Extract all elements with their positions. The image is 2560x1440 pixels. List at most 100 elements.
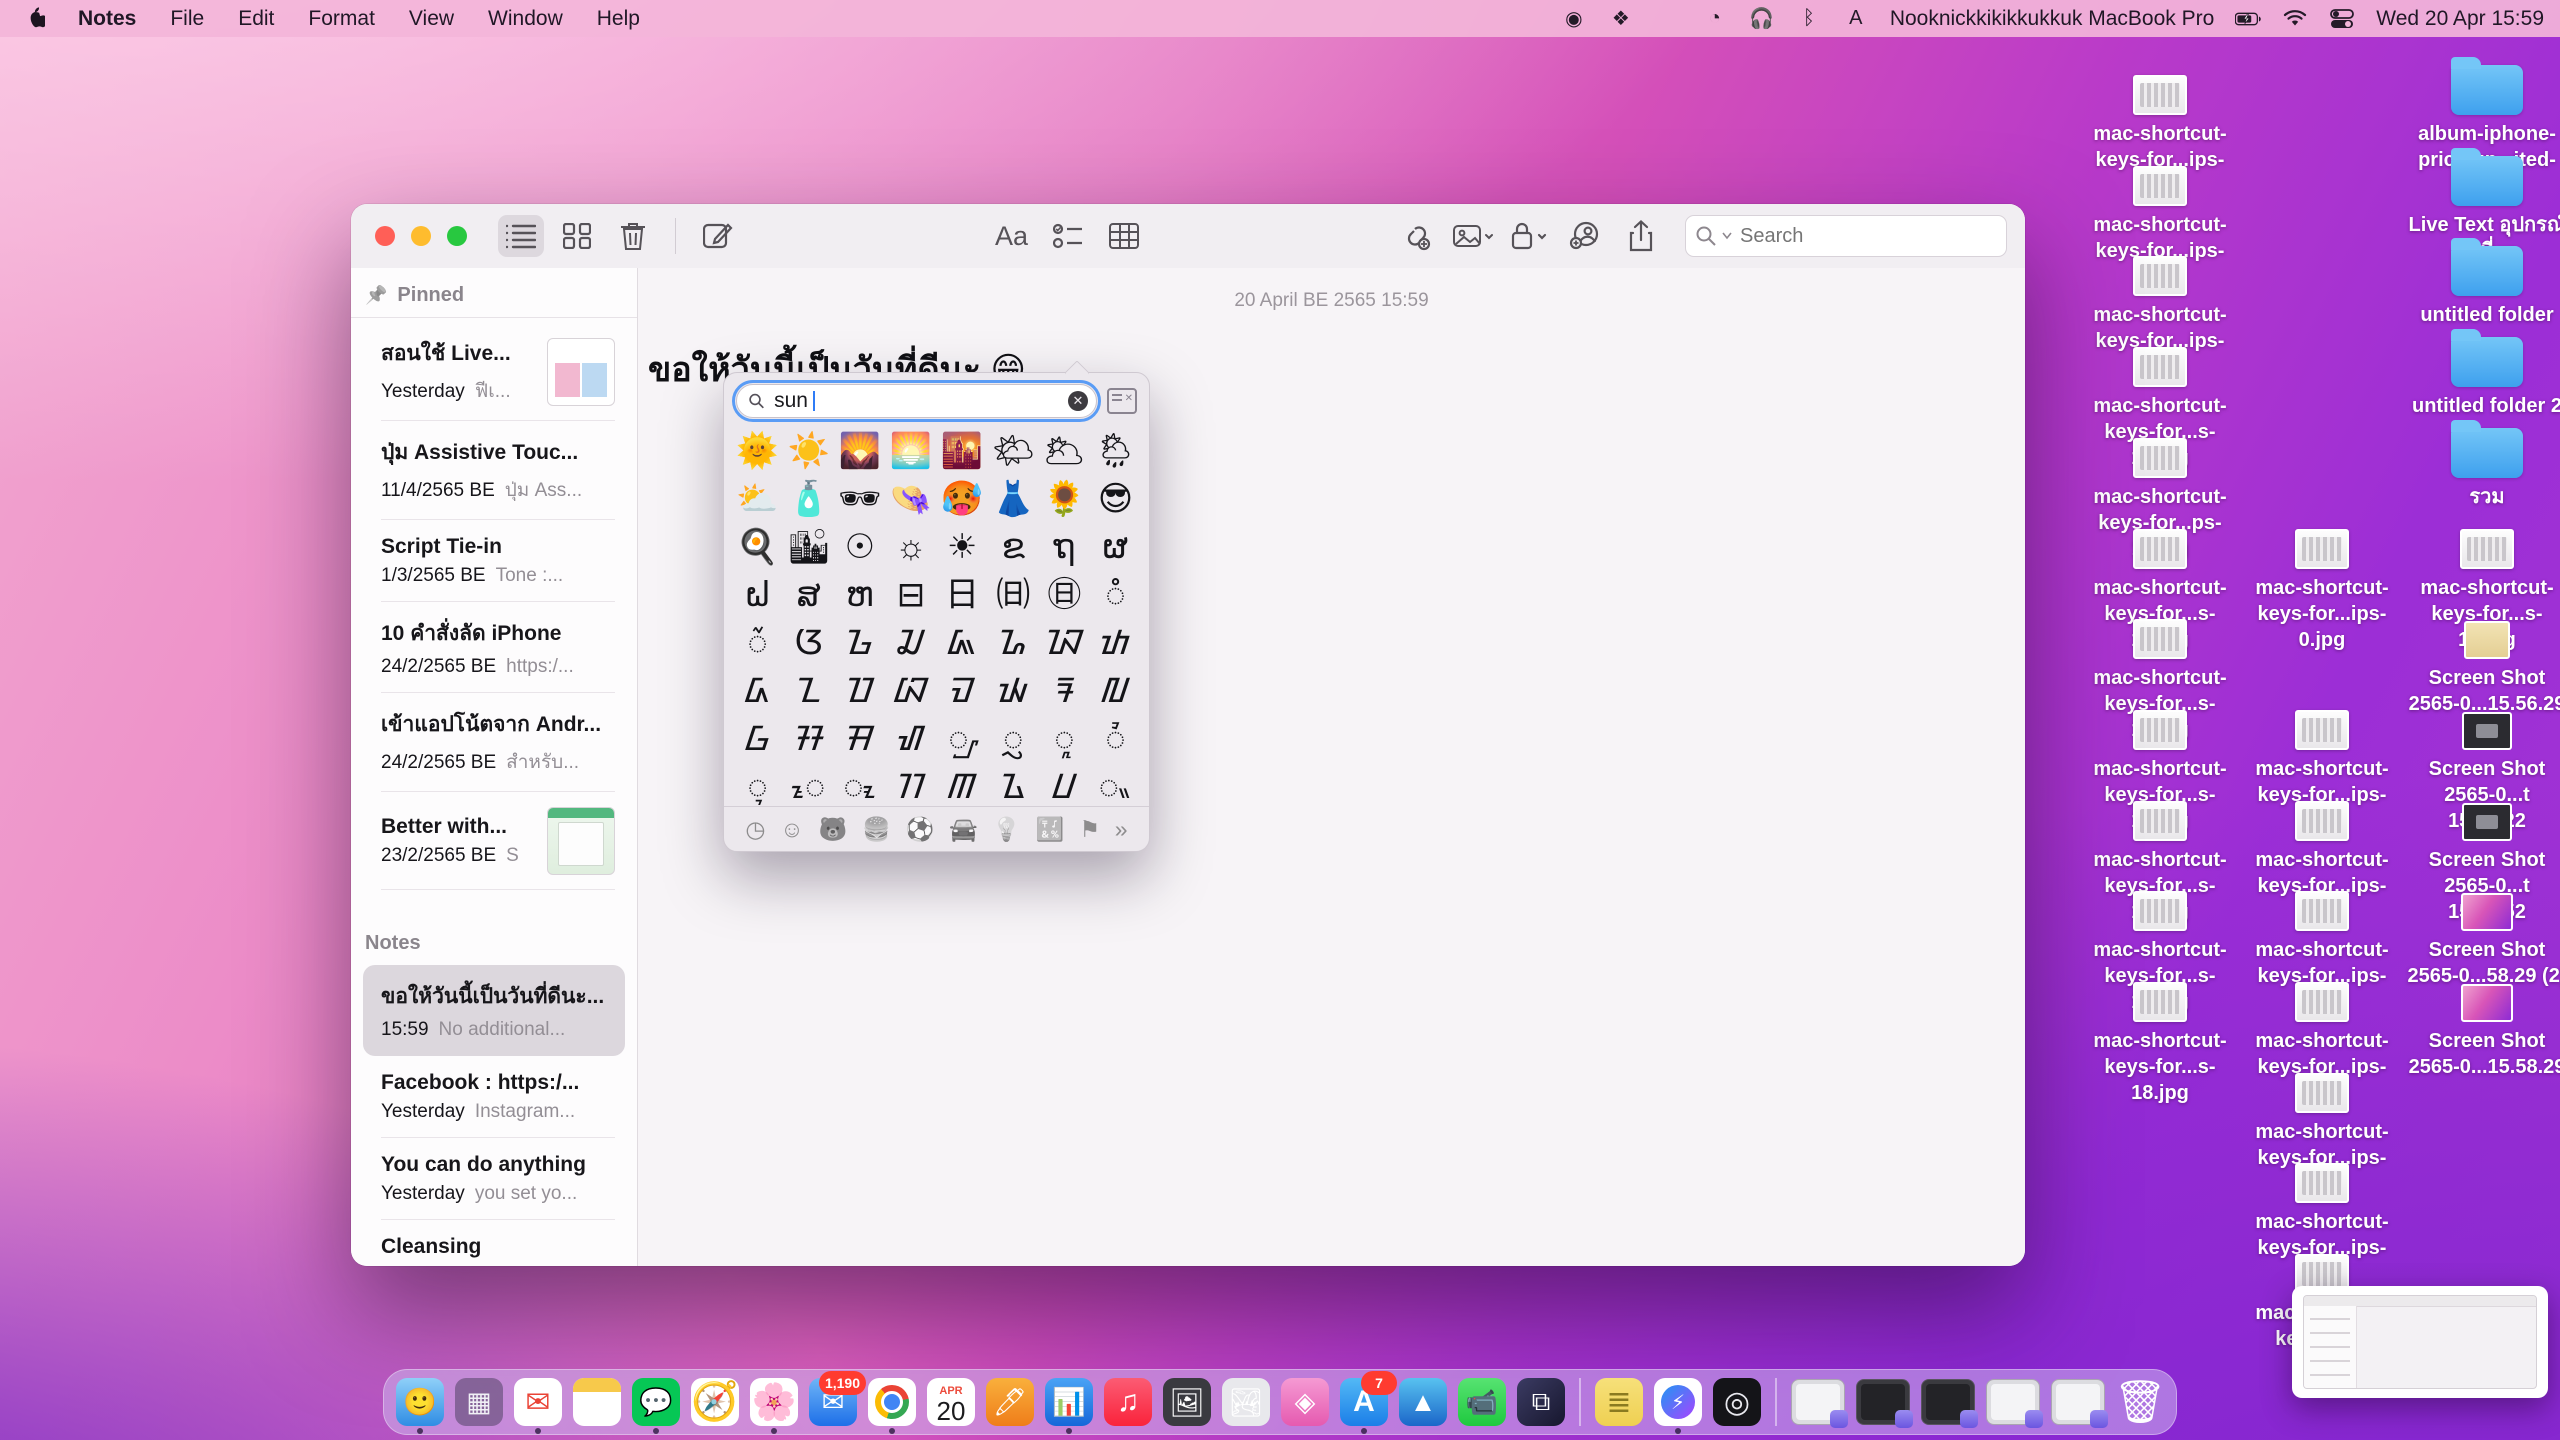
keynote-icon[interactable]: 📊 (1045, 1378, 1093, 1426)
emoji-result[interactable]: ᮢ (1003, 722, 1023, 756)
emoji-result[interactable]: ᮞ (795, 722, 822, 756)
emoji-result[interactable]: 🕶 (838, 482, 881, 516)
close-button[interactable] (375, 226, 395, 246)
emoji-result[interactable]: ᮘ (894, 674, 927, 708)
emoji-search-input[interactable] (772, 388, 1060, 414)
desktop-icon[interactable]: รวม (2407, 418, 2560, 510)
emoji-result[interactable]: ᮎ (898, 626, 924, 660)
share-button[interactable] (1618, 215, 1664, 257)
emoji-result[interactable]: ᮧ (843, 770, 876, 804)
add-link-button[interactable] (1394, 215, 1440, 257)
emoji-result[interactable]: ᮥ (747, 770, 767, 804)
emoji-search-field[interactable]: ✕ (736, 384, 1097, 418)
note-list-item[interactable]: You can do anything Yesterdayyou set yo.… (363, 1138, 625, 1220)
emoji-result[interactable]: 🌅 (890, 434, 932, 468)
emoji-result[interactable]: ຫ (846, 578, 874, 612)
emoji-result[interactable]: ᮍ (1001, 770, 1026, 804)
finder-icon[interactable]: 🙂 (396, 1378, 444, 1426)
emoji-result[interactable]: 日 (945, 578, 979, 612)
gallery-view-button[interactable] (554, 215, 600, 257)
emoji-result[interactable]: ☉ (845, 530, 875, 564)
music-icon[interactable]: ♫ (1104, 1378, 1152, 1426)
facetime-icon[interactable]: 📹 (1458, 1378, 1506, 1426)
emoji-result[interactable]: 🍳 (736, 530, 778, 564)
media-button[interactable] (1450, 215, 1496, 257)
table-button[interactable] (1101, 215, 1147, 257)
activity-icon[interactable]: ⚽ (906, 816, 935, 843)
emoji-result[interactable]: 🏙 (787, 530, 830, 564)
emoji-result[interactable]: 🌦 (1094, 434, 1137, 468)
more-icon[interactable]: » (1115, 816, 1128, 843)
notes-icon[interactable] (573, 1378, 621, 1426)
toolbar-search[interactable] (1685, 215, 2007, 257)
emoji-result[interactable]: ᮕ (846, 674, 873, 708)
emoji-result[interactable]: 🥵 (941, 482, 983, 516)
app-store-icon[interactable]: A 7 (1340, 1378, 1388, 1426)
preview-icon[interactable]: 🏞 (1222, 1378, 1270, 1426)
note-list-item[interactable]: สอนใช้ Live... Yesterdayฟีเ... (363, 322, 625, 421)
emoji-result[interactable]: ᮙ (950, 674, 974, 708)
note-list-item[interactable]: Facebook : https:/... YesterdayInstagram… (363, 1056, 625, 1138)
new-note-button[interactable] (695, 215, 741, 257)
emoji-result[interactable]: ☀️ (788, 434, 830, 468)
food-icon[interactable]: 🍔 (862, 816, 891, 843)
smileys-icon[interactable]: ☺ (780, 816, 803, 843)
collaborate-button[interactable] (1562, 215, 1608, 257)
emoji-result[interactable]: ᮏ (948, 626, 976, 660)
affinity-designer-icon[interactable]: ▲ (1399, 1378, 1447, 1426)
emoji-result[interactable]: ᮛ (1055, 674, 1073, 708)
gmail-icon[interactable]: ✉ (514, 1378, 562, 1426)
emoji-result[interactable]: ຂ (1002, 530, 1025, 564)
objects-icon[interactable]: 💡 (992, 816, 1021, 843)
minimized-window-1[interactable] (1791, 1379, 1845, 1425)
character-viewer-expand-icon[interactable] (1107, 388, 1137, 414)
desktop-icon[interactable]: Screen Shot2565-0...15.58.29 (2407, 962, 2560, 1080)
minimized-window-2[interactable] (1856, 1379, 1910, 1425)
clear-search-icon[interactable]: ✕ (1068, 391, 1088, 411)
launchpad-icon[interactable]: ▦ (455, 1378, 503, 1426)
emoji-result[interactable]: ᮒ (1101, 626, 1130, 660)
emoji-result[interactable]: ☼ (895, 530, 926, 564)
emoji-result[interactable]: 🧴 (788, 482, 830, 516)
minimized-window-3[interactable] (1921, 1379, 1975, 1425)
screenshot-preview-thumbnail[interactable] (2292, 1286, 2548, 1398)
emoji-result[interactable]: ᮊ (897, 770, 924, 804)
desktop-icon[interactable]: mac-shortcut-keys-for...ips-0.jpg (2242, 509, 2402, 653)
note-list-item[interactable]: Cleansing Mondayแผ่น อนามัย (363, 1220, 625, 1266)
emoji-result[interactable]: ☀ (947, 530, 977, 564)
emoji-result[interactable]: ᮗ (1053, 770, 1076, 804)
note-list-item[interactable]: Better with... 23/2/2565 BES (363, 792, 625, 890)
emoji-result[interactable]: ㈰ (996, 578, 1030, 612)
emoji-result[interactable]: ᮂ (1099, 770, 1132, 804)
emoji-result[interactable]: ⊟ (897, 578, 926, 612)
photos-icon[interactable]: 🌸 (750, 1378, 798, 1426)
pen-app-icon[interactable]: 🖊 (986, 1378, 1034, 1426)
calendar-icon[interactable]: APR 20 (927, 1378, 975, 1426)
affinity-photo-icon[interactable]: ◈ (1281, 1378, 1329, 1426)
emoji-result[interactable]: ᮌ (846, 626, 873, 660)
desktop-icon[interactable]: untitled folder (2407, 236, 2560, 328)
delete-note-button[interactable] (610, 215, 656, 257)
emoji-result[interactable]: ຖ (1053, 530, 1075, 564)
mail-icon[interactable]: ✉ 1,190 (809, 1378, 857, 1426)
shortcuts-icon[interactable]: ⧉ (1517, 1378, 1565, 1426)
note-list-item[interactable]: ปุ่ม Assistive Touc... 11/4/2565 BEปุ่ม … (363, 421, 625, 520)
emoji-result[interactable]: ຝ (745, 578, 771, 612)
emoji-result[interactable]: 🌤 (992, 434, 1035, 468)
note-list-item[interactable]: 10 คำสั่งลัด iPhone 24/2/2565 BEhttps:/.… (363, 602, 625, 693)
emoji-result[interactable]: ᮟ (846, 722, 873, 756)
stickies-icon[interactable]: ≣ (1595, 1378, 1643, 1426)
symbols-icon[interactable]: 🔣 (1036, 816, 1065, 843)
minimized-window-4[interactable] (1986, 1379, 2040, 1425)
emoji-result[interactable]: ᮐ (999, 626, 1027, 660)
zoom-button[interactable] (447, 226, 467, 246)
rings-app-icon[interactable]: ◎ (1713, 1378, 1761, 1426)
emoji-result[interactable]: 👗 (992, 482, 1034, 516)
search-input[interactable] (1738, 224, 1942, 249)
travel-icon[interactable]: 🚘 (949, 816, 978, 843)
emoji-result[interactable]: 🌻 (1043, 482, 1085, 516)
photo-booth-icon[interactable]: 🖼 (1163, 1378, 1211, 1426)
emoji-result[interactable]: ᮁ (747, 626, 767, 660)
emoji-result[interactable]: ᮦ (792, 770, 825, 804)
emoji-result[interactable]: 🌞 (736, 434, 778, 468)
